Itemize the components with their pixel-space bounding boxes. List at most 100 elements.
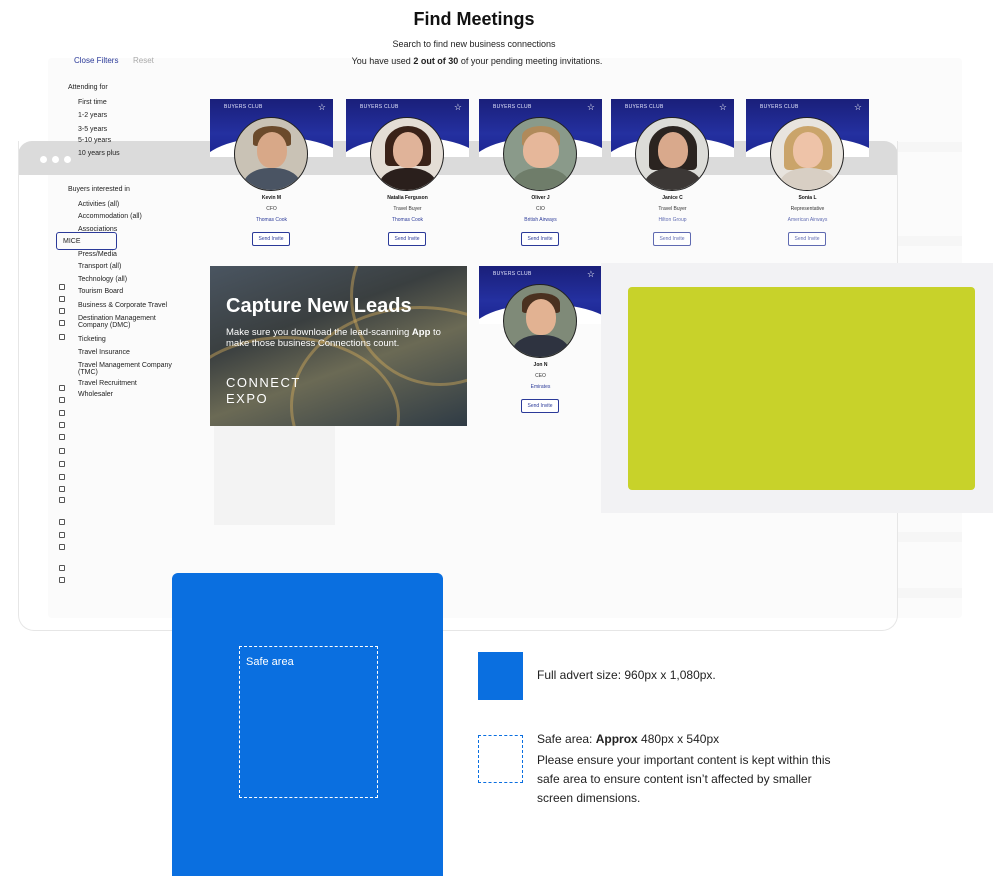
- buyer-name: Sonia L: [798, 195, 817, 201]
- buyer-card[interactable]: BUYERS CLUB ☆ Kevin M CFO Thomas Cook Se…: [210, 99, 333, 264]
- buyer-role: CFO: [266, 206, 277, 212]
- connect-expo-logo: CONNECT: [226, 375, 301, 390]
- send-invite-button[interactable]: Send Invite: [521, 232, 559, 246]
- lead-capture-promo[interactable]: Capture New Leads Make sure you download…: [210, 266, 467, 426]
- filter-checkbox[interactable]: [59, 296, 65, 302]
- filter-checkbox[interactable]: [59, 320, 65, 326]
- buyers-interest-heading: Buyers interested in: [68, 186, 130, 193]
- buyer-card[interactable]: BUYERS CLUB ☆ Natalia Ferguson Travel Bu…: [346, 99, 469, 264]
- filter-checkbox[interactable]: [59, 486, 65, 492]
- buyer-category-option[interactable]: Tourism Board: [78, 288, 123, 295]
- safe-area-label: Safe area: [246, 656, 294, 668]
- buyer-category-option[interactable]: Activities (all): [78, 201, 119, 208]
- filter-checkbox[interactable]: [59, 544, 65, 550]
- star-icon[interactable]: ☆: [318, 102, 326, 113]
- full-size-swatch: [478, 652, 523, 700]
- buyer-category-option[interactable]: Wholesaler: [78, 391, 113, 398]
- filter-checkbox[interactable]: [59, 497, 65, 503]
- buyer-category-option[interactable]: Transport (all): [78, 263, 121, 270]
- buyer-card[interactable]: BUYERS CLUB ☆ Oliver J CIO British Airwa…: [479, 99, 602, 264]
- send-invite-button[interactable]: Send Invite: [388, 232, 426, 246]
- buyers-club-label: BUYERS CLUB: [493, 104, 532, 110]
- avatar: [503, 284, 577, 358]
- attending-option[interactable]: 3-5 years: [78, 126, 107, 133]
- buyer-category-option[interactable]: Accommodation (all): [78, 213, 142, 220]
- buyer-company: Thomas Cook: [391, 217, 424, 223]
- page-subtitle: Search to find new business connections: [392, 39, 556, 49]
- filter-checkbox[interactable]: [59, 385, 65, 391]
- connect-expo-logo: EXPO: [226, 391, 269, 406]
- buyer-name: Kevin M: [261, 195, 282, 201]
- filter-checkbox[interactable]: [59, 422, 65, 428]
- buyer-category-option[interactable]: (TMC): [78, 369, 98, 376]
- star-icon[interactable]: ☆: [587, 269, 595, 280]
- filter-checkbox[interactable]: [59, 461, 65, 467]
- star-icon[interactable]: ☆: [719, 102, 727, 113]
- send-invite-button[interactable]: Send Invite: [521, 399, 559, 413]
- filter-checkbox[interactable]: [59, 284, 65, 290]
- window-dot-icon: [64, 156, 71, 163]
- decorative-stripe: [898, 588, 962, 598]
- buyer-name: Oliver J: [531, 195, 550, 201]
- buyer-category-option[interactable]: Travel Insurance: [78, 349, 130, 356]
- buyer-role: CIO: [536, 206, 545, 212]
- safe-area-outline: [239, 646, 378, 798]
- buyer-role: Travel Buyer: [658, 206, 687, 212]
- buyer-category-option[interactable]: Business & Corporate Travel: [78, 302, 167, 309]
- buyer-company: Thomas Cook: [255, 217, 288, 223]
- buyers-club-label: BUYERS CLUB: [493, 271, 532, 277]
- filter-checkbox[interactable]: [59, 577, 65, 583]
- filter-checkbox[interactable]: [59, 308, 65, 314]
- filter-checkbox[interactable]: [59, 474, 65, 480]
- reset-filters-link[interactable]: Reset: [133, 56, 154, 65]
- buyer-role: CEO: [535, 373, 546, 379]
- buyer-category-option[interactable]: Travel Management Company: [78, 362, 172, 369]
- buyers-club-label: BUYERS CLUB: [360, 104, 399, 110]
- filter-checkbox[interactable]: [59, 565, 65, 571]
- buyer-category-option[interactable]: Ticketing: [78, 336, 106, 343]
- send-invite-button[interactable]: Send Invite: [788, 232, 826, 246]
- send-invite-button[interactable]: Send Invite: [252, 232, 290, 246]
- buyer-role: Travel Buyer: [393, 206, 422, 212]
- avatar: [234, 117, 308, 191]
- star-icon[interactable]: ☆: [454, 102, 462, 113]
- avatar: [370, 117, 444, 191]
- decorative-stripe: [898, 532, 962, 542]
- filter-checkbox[interactable]: [59, 334, 65, 340]
- advert-placeholder[interactable]: [628, 287, 975, 490]
- buyer-card[interactable]: BUYERS CLUB ☆ Janice C Travel Buyer Hilt…: [611, 99, 734, 264]
- star-icon[interactable]: ☆: [587, 102, 595, 113]
- buyer-company: British Airways: [524, 217, 557, 223]
- filter-checkbox[interactable]: [59, 532, 65, 538]
- avatar: [635, 117, 709, 191]
- filter-checkbox[interactable]: [59, 519, 65, 525]
- star-icon[interactable]: ☆: [854, 102, 862, 113]
- safe-area-size-text: Safe area: Approx 480px x 540px: [537, 732, 720, 746]
- filter-checkbox[interactable]: [59, 434, 65, 440]
- avatar: [503, 117, 577, 191]
- attending-option[interactable]: 1-2 years: [78, 112, 107, 119]
- attending-option[interactable]: First time: [78, 99, 107, 106]
- buyer-card[interactable]: BUYERS CLUB ☆ Sonia L Representative Ame…: [746, 99, 869, 264]
- attending-option[interactable]: 5-10 years: [78, 137, 111, 144]
- close-filters-link[interactable]: Close Filters: [74, 56, 118, 65]
- buyer-card[interactable]: BUYERS CLUB ☆ Jon N CEO Emirates Send In…: [479, 266, 602, 431]
- attending-heading: Attending for: [68, 84, 108, 91]
- buyer-category-option[interactable]: MICE: [63, 238, 81, 245]
- buyer-category-option[interactable]: Company (DMC): [78, 322, 131, 329]
- attending-option[interactable]: 10 years plus: [78, 150, 120, 157]
- filter-checkbox[interactable]: [59, 410, 65, 416]
- filter-checkbox[interactable]: [59, 448, 65, 454]
- window-dot-icon: [40, 156, 47, 163]
- buyer-category-option[interactable]: Press/Media: [78, 251, 117, 258]
- buyers-club-label: BUYERS CLUB: [224, 104, 263, 110]
- send-invite-button[interactable]: Send Invite: [653, 232, 691, 246]
- page-title: Find Meetings: [413, 9, 535, 29]
- buyer-category-option[interactable]: Destination Management: [78, 315, 156, 322]
- window-dot-icon: [52, 156, 59, 163]
- buyer-company: Hilton Group: [658, 217, 687, 223]
- buyer-category-option[interactable]: Travel Recruitment: [78, 380, 137, 387]
- buyer-company: American Airways: [787, 217, 828, 223]
- buyer-category-option[interactable]: Technology (all): [78, 276, 127, 283]
- filter-checkbox[interactable]: [59, 397, 65, 403]
